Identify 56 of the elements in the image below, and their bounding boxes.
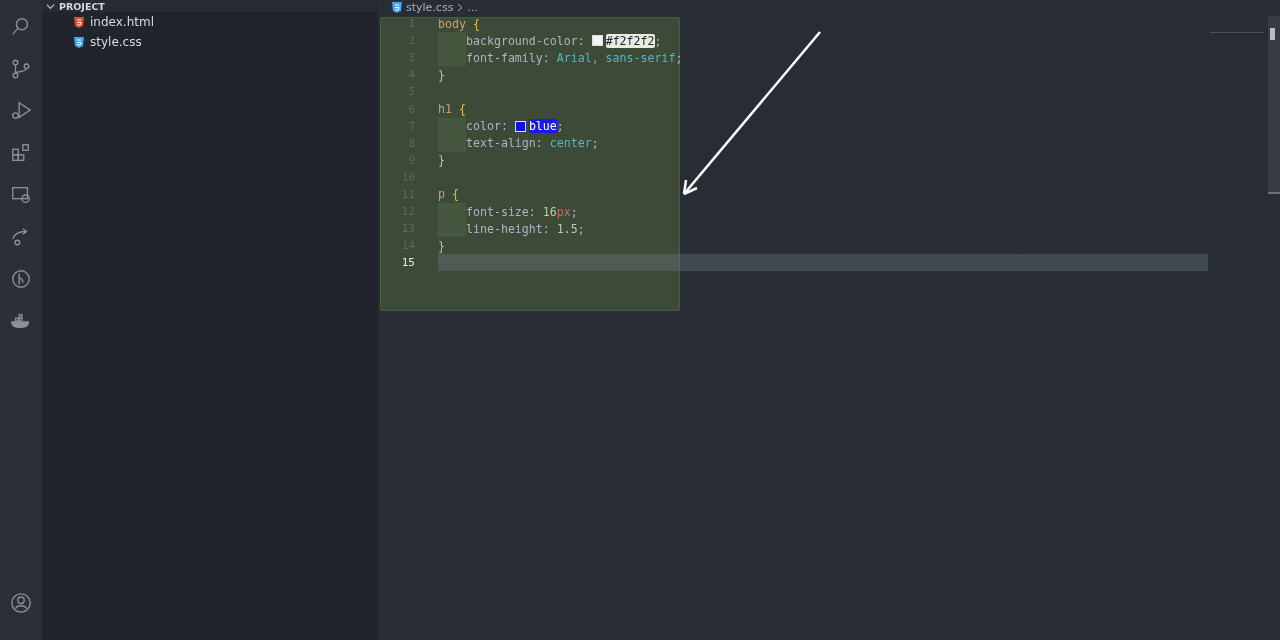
- code-token: ;: [570, 204, 578, 219]
- scroll-thumb[interactable]: [1270, 28, 1275, 40]
- html5-icon: [74, 16, 84, 28]
- code-token: :: [542, 50, 551, 65]
- code-token: color: [466, 119, 501, 134]
- code-token: ;: [654, 33, 662, 48]
- code-token: background-color: [466, 33, 578, 48]
- color-swatch[interactable]: [591, 35, 603, 47]
- code-token: {: [450, 187, 459, 202]
- code-token: {: [457, 102, 466, 116]
- file-item[interactable]: index.html: [42, 12, 378, 32]
- code-token: {: [471, 16, 480, 31]
- branch-circle-icon[interactable]: [10, 268, 32, 290]
- file-name: style.css: [90, 35, 142, 49]
- code-token: }: [438, 153, 445, 168]
- explorer-title: PROJECT: [59, 0, 105, 12]
- code-token: 1.5: [556, 221, 578, 236]
- code-token: p: [438, 187, 445, 202]
- code-token: px: [556, 204, 571, 219]
- code-token: :: [500, 119, 509, 134]
- explorer-header[interactable]: PROJECT: [42, 0, 378, 12]
- css3-icon: [392, 1, 402, 13]
- line-number: 15: [400, 256, 415, 270]
- code-token: h1: [438, 102, 452, 116]
- code-token: font-size: [466, 204, 529, 219]
- code-token: ;: [675, 50, 683, 65]
- file-item[interactable]: style.css: [42, 32, 378, 52]
- code-token: }: [438, 238, 445, 253]
- breadcrumb-file[interactable]: style.css: [406, 0, 454, 14]
- extensions-icon[interactable]: [10, 142, 32, 164]
- run-debug-icon[interactable]: [10, 100, 32, 122]
- code-token: body: [438, 16, 466, 31]
- code-token: :: [542, 221, 551, 236]
- code-token: Arial, sans-serif: [556, 50, 676, 65]
- css3-icon: [74, 36, 84, 48]
- account-icon[interactable]: [10, 592, 32, 614]
- code-token: ;: [556, 119, 564, 134]
- code-token: :: [535, 136, 544, 151]
- code-token: }: [438, 67, 445, 82]
- chevron-icon: [457, 2, 464, 12]
- code-token: :: [528, 204, 537, 219]
- file-name: index.html: [90, 15, 154, 29]
- code-token: line-height: [466, 221, 543, 236]
- monitor-icon[interactable]: [10, 184, 32, 206]
- code-token: ;: [591, 136, 599, 151]
- scrollbar[interactable]: [1268, 16, 1280, 194]
- breadcrumb-more[interactable]: ...: [467, 0, 478, 14]
- branch-icon[interactable]: [10, 58, 32, 80]
- highlighted-value: blue: [528, 119, 557, 134]
- code-token: :: [577, 33, 586, 48]
- color-swatch[interactable]: [514, 120, 526, 132]
- code-token: font-family: [466, 50, 543, 65]
- code-token: center: [549, 136, 592, 151]
- code-token: ;: [577, 221, 585, 236]
- code-token: 16: [542, 204, 557, 219]
- code-token: text-align: [466, 136, 536, 151]
